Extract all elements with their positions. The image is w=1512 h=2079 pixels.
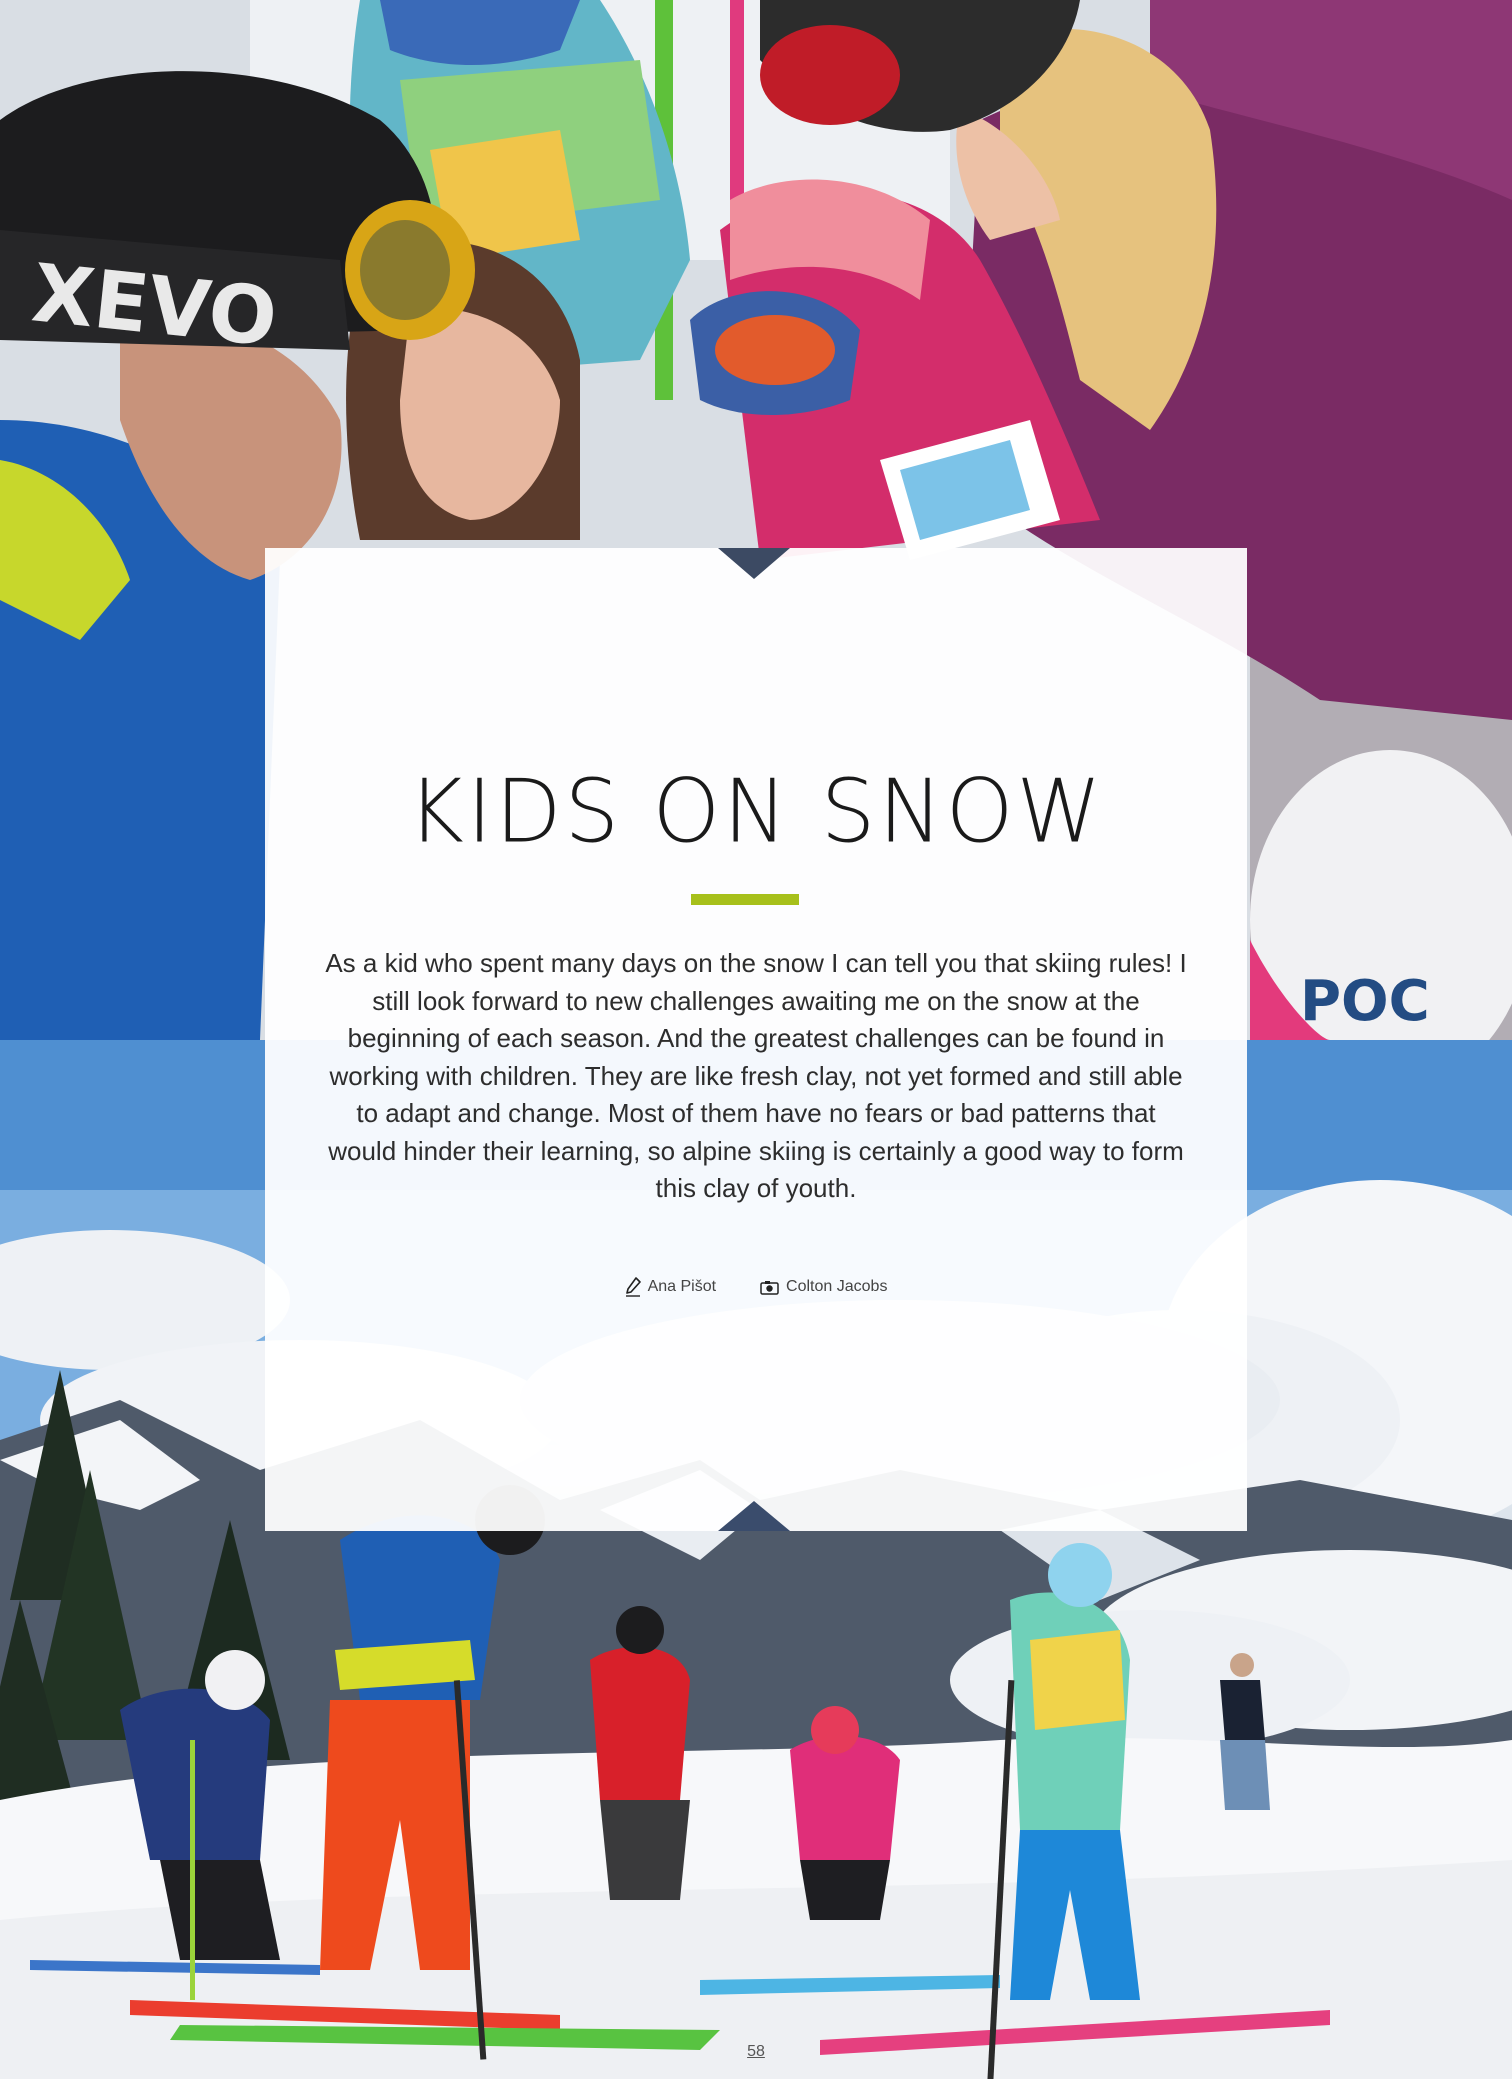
article-credits: Ana Pišot Colton Jacobs (0, 1277, 1512, 1297)
article-lead: As a kid who spent many days on the snow… (325, 948, 1187, 1203)
page-number: 58 (747, 2043, 765, 2060)
panel-bottom-notch (718, 1501, 790, 1531)
camera-icon (760, 1280, 779, 1295)
author-name: Ana Pišot (647, 1278, 717, 1295)
author-credit: Ana Pišot (625, 1277, 716, 1297)
pencil-icon (625, 1277, 641, 1297)
article-title: KIDS ON SNOW (407, 761, 1105, 863)
photographer-credit: Colton Jacobs (760, 1277, 887, 1297)
panel-top-notch (718, 548, 790, 579)
title-accent-bar (691, 894, 799, 905)
photographer-name: Colton Jacobs (786, 1278, 888, 1295)
poc-brand-text: POC (1300, 969, 1430, 1034)
